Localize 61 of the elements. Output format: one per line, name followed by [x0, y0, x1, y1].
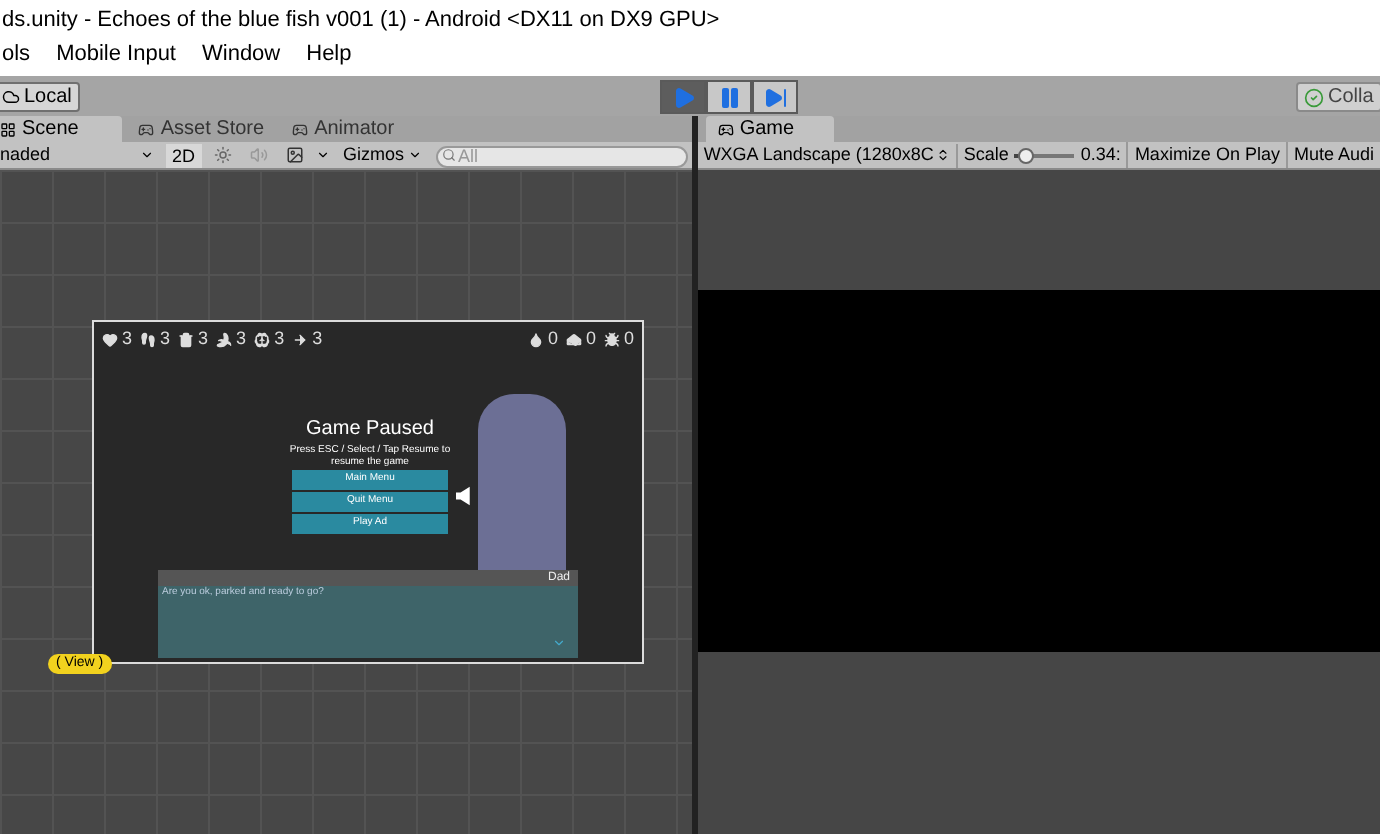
search-icon	[442, 148, 457, 162]
stat-value: 3	[312, 326, 323, 352]
caret-icon	[408, 148, 423, 162]
account-button[interactable]: Local	[0, 81, 80, 111]
maximize-toggle[interactable]: Maximize On Play	[1128, 142, 1288, 168]
mode-2d-button[interactable]: 2D	[166, 143, 202, 167]
playback-button[interactable]	[752, 80, 798, 114]
footprints-icon	[140, 331, 157, 348]
updown-icon	[935, 148, 950, 162]
stat-value: 3	[198, 326, 209, 352]
tab-icon	[138, 121, 155, 137]
scale-slider[interactable]	[1014, 147, 1075, 163]
cloud-icon	[2, 87, 20, 105]
scale-label: Scale	[961, 142, 1011, 168]
panel-tab[interactable]: Scene	[0, 116, 123, 142]
sun-icon[interactable]	[213, 146, 232, 164]
heart-icon	[102, 331, 118, 348]
pause-icon	[717, 85, 741, 109]
menu-item[interactable]: Window	[202, 37, 281, 71]
tab-icon	[717, 121, 734, 137]
playback-button[interactable]	[706, 80, 752, 114]
step-icon	[763, 85, 787, 109]
mute-toggle[interactable]: Mute Audi	[1287, 142, 1380, 168]
shading-dropdown[interactable]: naded	[0, 143, 160, 167]
tab-icon	[292, 121, 309, 137]
caret-icon[interactable]	[315, 148, 330, 162]
collab-button[interactable]: Colla	[1296, 82, 1380, 112]
resolution-dropdown[interactable]: WXGA Landscape (1280x8C	[697, 143, 958, 167]
stat-value: 3	[274, 326, 285, 352]
grid-icon	[0, 121, 16, 137]
stat-value: 3	[160, 326, 171, 352]
arrow-down-icon[interactable]	[552, 636, 566, 650]
window-title: ds.unity - Echoes of the blue fish v001 (1) - Android <DX11 on DX9 GPU>	[2, 5, 720, 36]
stat-value: 0	[585, 326, 596, 352]
arrow-icon	[292, 331, 309, 348]
image-icon[interactable]	[285, 146, 304, 164]
check-icon	[1304, 87, 1324, 107]
droplet-icon	[527, 331, 544, 348]
gizmos-dropdown[interactable]: Gizmos	[335, 143, 431, 167]
brain-icon	[254, 331, 271, 348]
menu-item[interactable]: ols	[2, 37, 31, 71]
sandwich-icon	[565, 331, 582, 348]
panel-tab[interactable]: Game	[705, 116, 835, 142]
banana-icon	[216, 331, 233, 348]
menu-item[interactable]: Help	[306, 37, 352, 71]
panel-tab[interactable]: Animator	[280, 116, 407, 142]
menu-item[interactable]: Mobile Input	[56, 37, 176, 71]
speaker-icon	[456, 486, 472, 506]
scale-value: 0.34:	[1074, 142, 1129, 168]
stat-value: 0	[547, 326, 558, 352]
stat-value: 0	[623, 326, 634, 352]
stat-value: 3	[236, 326, 247, 352]
pause-title: Game Paused	[306, 416, 434, 444]
bug-icon	[603, 331, 620, 348]
stat-value: 3	[122, 326, 133, 352]
caret-icon	[140, 148, 154, 162]
panel-tab[interactable]: Asset Store	[126, 116, 277, 142]
slider-thumb[interactable]	[1017, 147, 1033, 163]
can-icon	[178, 331, 195, 348]
play-icon	[671, 85, 695, 109]
search-field[interactable]: All	[436, 146, 688, 169]
